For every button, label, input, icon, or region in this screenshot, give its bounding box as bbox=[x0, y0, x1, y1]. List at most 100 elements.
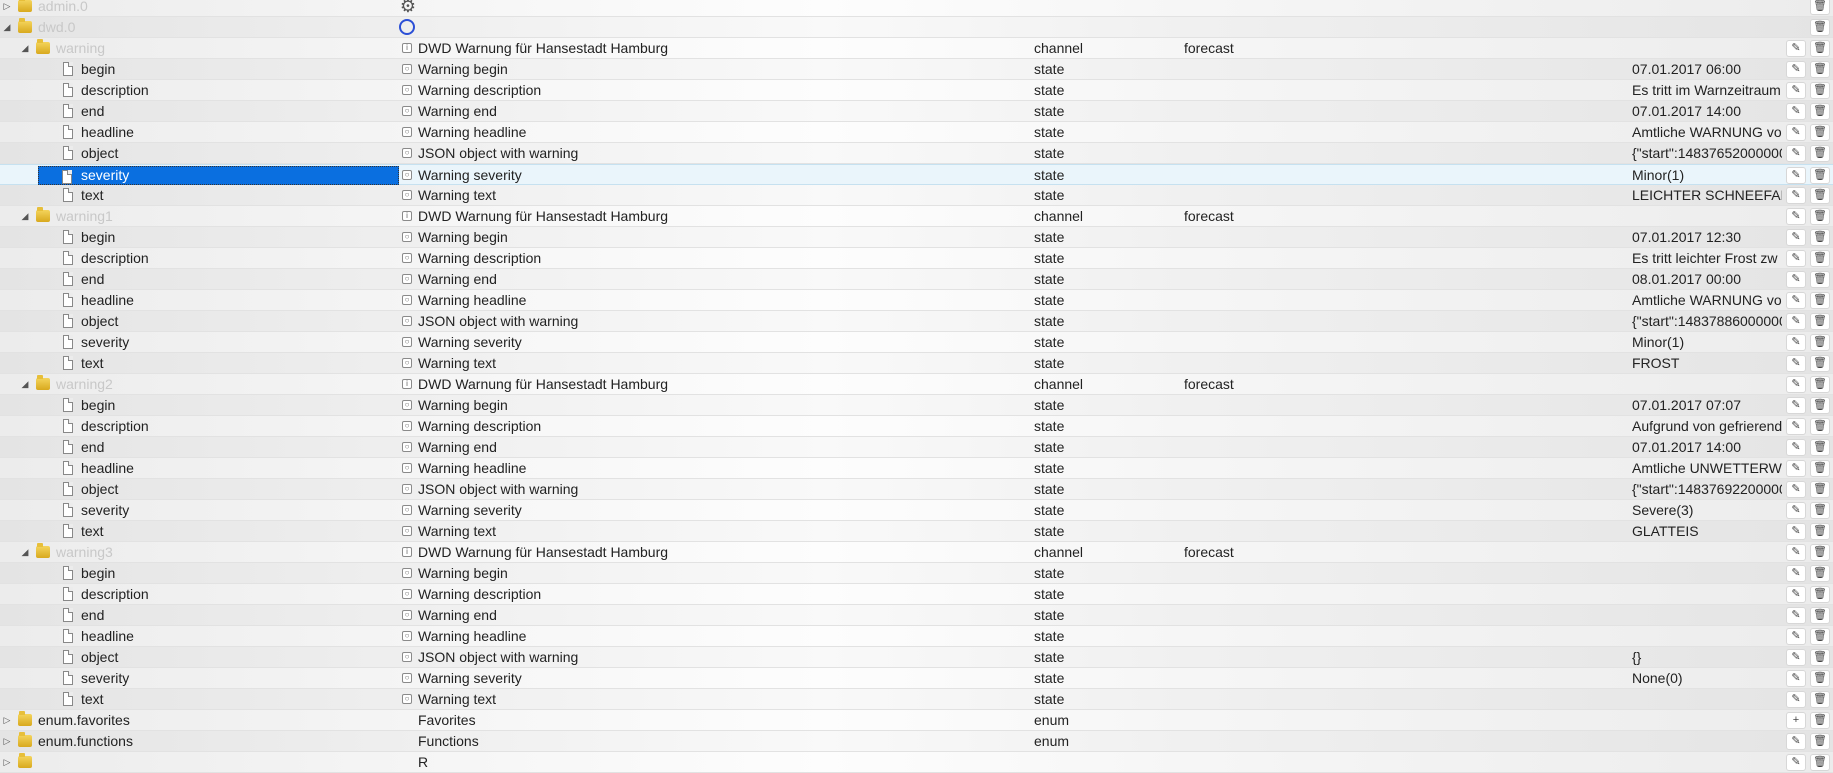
edit-button[interactable]: ✎ bbox=[1786, 523, 1806, 540]
delete-button[interactable]: 🗑 bbox=[1810, 145, 1830, 162]
table-row[interactable]: object ○ JSON object with warning state {"st… bbox=[0, 143, 1833, 164]
delete-button[interactable]: 🗑 bbox=[1810, 355, 1830, 372]
table-row[interactable]: ▷ enum.functions Functions enum ✎ 🗑 bbox=[0, 731, 1833, 752]
table-row[interactable]: description ○ Warning description state Es t… bbox=[0, 248, 1833, 269]
delete-button[interactable]: 🗑 bbox=[1810, 544, 1830, 561]
table-row[interactable]: object ○ JSON object with warning state {"st… bbox=[0, 311, 1833, 332]
delete-button[interactable]: 🗑 bbox=[1810, 460, 1830, 477]
table-row[interactable]: severity ○ Warning severity state Minor(1) ✎ 🗑 bbox=[0, 164, 1833, 185]
delete-button[interactable]: 🗑 bbox=[1810, 523, 1830, 540]
edit-button[interactable]: ✎ bbox=[1786, 460, 1806, 477]
edit-button[interactable]: ✎ bbox=[1786, 397, 1806, 414]
edit-button[interactable]: ✎ bbox=[1786, 167, 1806, 184]
expand-toggle-icon[interactable]: ▷ bbox=[2, 752, 12, 773]
delete-button[interactable]: 🗑 bbox=[1810, 565, 1830, 582]
delete-button[interactable]: 🗑 bbox=[1810, 271, 1830, 288]
table-row[interactable]: ◢ warning3 i DWD Warnung für Hansestadt Ham… bbox=[0, 542, 1833, 563]
delete-button[interactable]: 🗑 bbox=[1810, 250, 1830, 267]
table-row[interactable]: severity ○ Warning severity state Severe(3) ✎… bbox=[0, 500, 1833, 521]
delete-button[interactable]: 🗑 bbox=[1810, 229, 1830, 246]
edit-button[interactable]: ✎ bbox=[1786, 733, 1806, 750]
delete-button[interactable]: 🗑 bbox=[1810, 61, 1830, 78]
delete-button[interactable]: 🗑 bbox=[1810, 712, 1830, 729]
delete-button[interactable]: 🗑 bbox=[1810, 103, 1830, 120]
table-row[interactable]: object ○ JSON object with warning state {} ✎ 🗑 bbox=[0, 647, 1833, 668]
edit-button[interactable]: ✎ bbox=[1786, 292, 1806, 309]
delete-button[interactable]: 🗑 bbox=[1810, 292, 1830, 309]
table-row[interactable]: begin ○ Warning begin state 07.01.2017 12:30… bbox=[0, 227, 1833, 248]
delete-button[interactable]: 🗑 bbox=[1810, 208, 1830, 225]
edit-button[interactable]: ✎ bbox=[1786, 103, 1806, 120]
table-row[interactable]: ◢ warning1 i DWD Warnung für Hansestadt Ham… bbox=[0, 206, 1833, 227]
collapse-toggle-icon[interactable]: ◢ bbox=[20, 374, 30, 395]
edit-button[interactable]: ✎ bbox=[1786, 229, 1806, 246]
edit-button[interactable]: ✎ bbox=[1786, 82, 1806, 99]
delete-button[interactable]: 🗑 bbox=[1810, 691, 1830, 708]
delete-button[interactable]: 🗑 bbox=[1810, 502, 1830, 519]
delete-button[interactable]: 🗑 bbox=[1810, 40, 1830, 57]
table-row[interactable]: end ○ Warning end state 07.01.2017 14:00 ✎ 🗑 bbox=[0, 437, 1833, 458]
delete-button[interactable]: 🗑 bbox=[1810, 376, 1830, 393]
edit-button[interactable]: ✎ bbox=[1786, 439, 1806, 456]
delete-button[interactable]: 🗑 bbox=[1810, 397, 1830, 414]
table-row[interactable]: text ○ Warning text state ✎ 🗑 bbox=[0, 689, 1833, 710]
edit-button[interactable]: ✎ bbox=[1786, 61, 1806, 78]
table-row[interactable]: headline ○ Warning headline state ✎ 🗑 bbox=[0, 626, 1833, 647]
edit-button[interactable]: ✎ bbox=[1786, 691, 1806, 708]
selected-id-cell[interactable]: severity bbox=[38, 166, 399, 185]
table-row[interactable]: text ○ Warning text state FROST ✎ 🗑 bbox=[0, 353, 1833, 374]
table-row[interactable]: headline ○ Warning headline state Amtliche W… bbox=[0, 290, 1833, 311]
delete-button[interactable]: 🗑 bbox=[1810, 418, 1830, 435]
edit-button[interactable]: ✎ bbox=[1786, 418, 1806, 435]
edit-button[interactable]: ✎ bbox=[1786, 754, 1806, 771]
table-row[interactable]: ◢ warning i DWD Warnung für Hansestadt Hamb… bbox=[0, 38, 1833, 59]
delete-button[interactable]: 🗑 bbox=[1810, 19, 1830, 36]
delete-button[interactable]: 🗑 bbox=[1810, 733, 1830, 750]
edit-button[interactable]: ✎ bbox=[1786, 376, 1806, 393]
add-button[interactable]: + bbox=[1786, 712, 1806, 729]
edit-button[interactable]: ✎ bbox=[1786, 565, 1806, 582]
table-row[interactable]: object ○ JSON object with warning state {"st… bbox=[0, 479, 1833, 500]
table-row[interactable]: ▷ enum.favorites Favorites enum + 🗑 bbox=[0, 710, 1833, 731]
table-row[interactable]: ▷ R ✎ 🗑 bbox=[0, 752, 1833, 773]
table-row[interactable]: begin ○ Warning begin state 07.01.2017 07:07… bbox=[0, 395, 1833, 416]
edit-button[interactable]: ✎ bbox=[1786, 208, 1806, 225]
table-row[interactable]: description ○ Warning description state Es t… bbox=[0, 80, 1833, 101]
delete-button[interactable]: 🗑 bbox=[1810, 439, 1830, 456]
delete-button[interactable]: 🗑 bbox=[1810, 313, 1830, 330]
expand-toggle-icon[interactable]: ▷ bbox=[2, 0, 12, 17]
table-row[interactable]: description ○ Warning description state Aufg… bbox=[0, 416, 1833, 437]
table-row[interactable]: description ○ Warning description state ✎ 🗑 bbox=[0, 584, 1833, 605]
table-row[interactable]: ◢ warning2 i DWD Warnung für Hansestadt Ham… bbox=[0, 374, 1833, 395]
delete-button[interactable]: 🗑 bbox=[1810, 628, 1830, 645]
table-row[interactable]: severity ○ Warning severity state None(0) ✎ 🗑 bbox=[0, 668, 1833, 689]
delete-button[interactable]: 🗑 bbox=[1810, 586, 1830, 603]
table-row[interactable]: begin ○ Warning begin state ✎ 🗑 bbox=[0, 563, 1833, 584]
delete-button[interactable]: 🗑 bbox=[1810, 82, 1830, 99]
edit-button[interactable]: ✎ bbox=[1786, 481, 1806, 498]
delete-button[interactable]: 🗑 bbox=[1810, 649, 1830, 666]
expand-toggle-icon[interactable]: ▷ bbox=[2, 731, 12, 752]
table-row[interactable]: text ○ Warning text state LEICHTER SCHNEEFAL… bbox=[0, 185, 1833, 206]
delete-button[interactable]: 🗑 bbox=[1810, 607, 1830, 624]
collapse-toggle-icon[interactable]: ◢ bbox=[20, 206, 30, 227]
expand-toggle-icon[interactable]: ▷ bbox=[2, 710, 12, 731]
collapse-toggle-icon[interactable]: ◢ bbox=[20, 38, 30, 59]
delete-button[interactable]: 🗑 bbox=[1810, 481, 1830, 498]
edit-button[interactable]: ✎ bbox=[1786, 40, 1806, 57]
edit-button[interactable]: ✎ bbox=[1786, 271, 1806, 288]
table-row[interactable]: end ○ Warning end state 07.01.2017 14:00 ✎ 🗑 bbox=[0, 101, 1833, 122]
table-row[interactable]: headline ○ Warning headline state Amtliche W… bbox=[0, 122, 1833, 143]
table-row[interactable]: ▷ admin.0 ⚙ 🗑 bbox=[0, 0, 1833, 17]
edit-button[interactable]: ✎ bbox=[1786, 334, 1806, 351]
edit-button[interactable]: ✎ bbox=[1786, 145, 1806, 162]
table-row[interactable]: headline ○ Warning headline state Amtliche U… bbox=[0, 458, 1833, 479]
edit-button[interactable]: ✎ bbox=[1786, 502, 1806, 519]
edit-button[interactable]: ✎ bbox=[1786, 250, 1806, 267]
collapse-toggle-icon[interactable]: ◢ bbox=[2, 17, 12, 38]
table-row[interactable]: ◢ dwd.0 🗑 bbox=[0, 17, 1833, 38]
delete-button[interactable]: 🗑 bbox=[1810, 670, 1830, 687]
delete-button[interactable]: 🗑 bbox=[1810, 334, 1830, 351]
edit-button[interactable]: ✎ bbox=[1786, 313, 1806, 330]
table-row[interactable]: severity ○ Warning severity state Minor(1) ✎ 🗑 bbox=[0, 332, 1833, 353]
